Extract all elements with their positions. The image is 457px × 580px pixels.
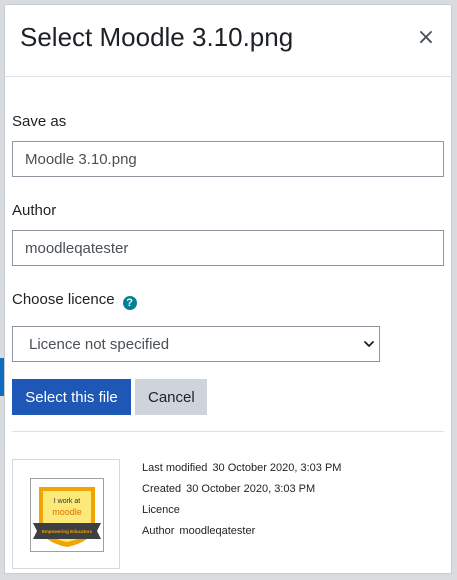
licence-label: Choose licence [12, 291, 115, 308]
licence-select[interactable]: Licence not specified [12, 326, 380, 362]
close-button[interactable]: × [415, 25, 437, 51]
dialog-body: Save as Author Choose licence? Licence n… [12, 77, 444, 573]
dialog-header: Select Moodle 3.10.png × [5, 5, 451, 77]
file-details: Last modified 30 October 2020, 3:03 PM Cr… [142, 458, 341, 542]
created-key: Created [142, 483, 182, 495]
badge-banner: Empowering Educators [42, 529, 93, 534]
file-thumbnail: I work at moodle Empowering Educators [12, 459, 120, 569]
licence-row: Licence [142, 500, 341, 521]
moodle-badge-graphic: I work at moodle Empowering Educators [33, 487, 101, 547]
author-label: Author [12, 202, 57, 219]
licence-select-value: Licence not specified [29, 336, 170, 353]
chevron-down-icon [364, 341, 374, 347]
help-icon[interactable]: ? [122, 296, 137, 310]
author-row: Author moodleqatester [142, 521, 341, 542]
author-input[interactable] [12, 230, 444, 266]
last-modified-row: Last modified 30 October 2020, 3:03 PM [142, 458, 341, 479]
badge-line1: I work at [54, 498, 81, 505]
select-this-file-button[interactable]: Select this file [12, 379, 131, 415]
divider [12, 431, 444, 432]
cancel-button[interactable]: Cancel [135, 379, 207, 415]
last-modified-key: Last modified [142, 462, 208, 474]
author-key: Author [142, 525, 175, 537]
moodle-badge-image: I work at moodle Empowering Educators [30, 478, 104, 552]
file-picker-dialog: Select Moodle 3.10.png × Save as Author … [4, 4, 452, 574]
badge-line2: moodle [52, 507, 82, 517]
last-modified-value: 30 October 2020, 3:03 PM [212, 462, 342, 474]
licence-label-row: Choose licence? [12, 290, 137, 310]
created-row: Created 30 October 2020, 3:03 PM [142, 479, 341, 500]
licence-key: Licence [142, 504, 180, 516]
dialog-title: Select Moodle 3.10.png [20, 22, 294, 52]
close-icon: × [416, 25, 436, 50]
save-as-label: Save as [12, 113, 67, 130]
created-value: 30 October 2020, 3:03 PM [186, 483, 316, 495]
author-value: moodleqatester [179, 525, 256, 537]
save-as-input[interactable] [12, 141, 444, 177]
